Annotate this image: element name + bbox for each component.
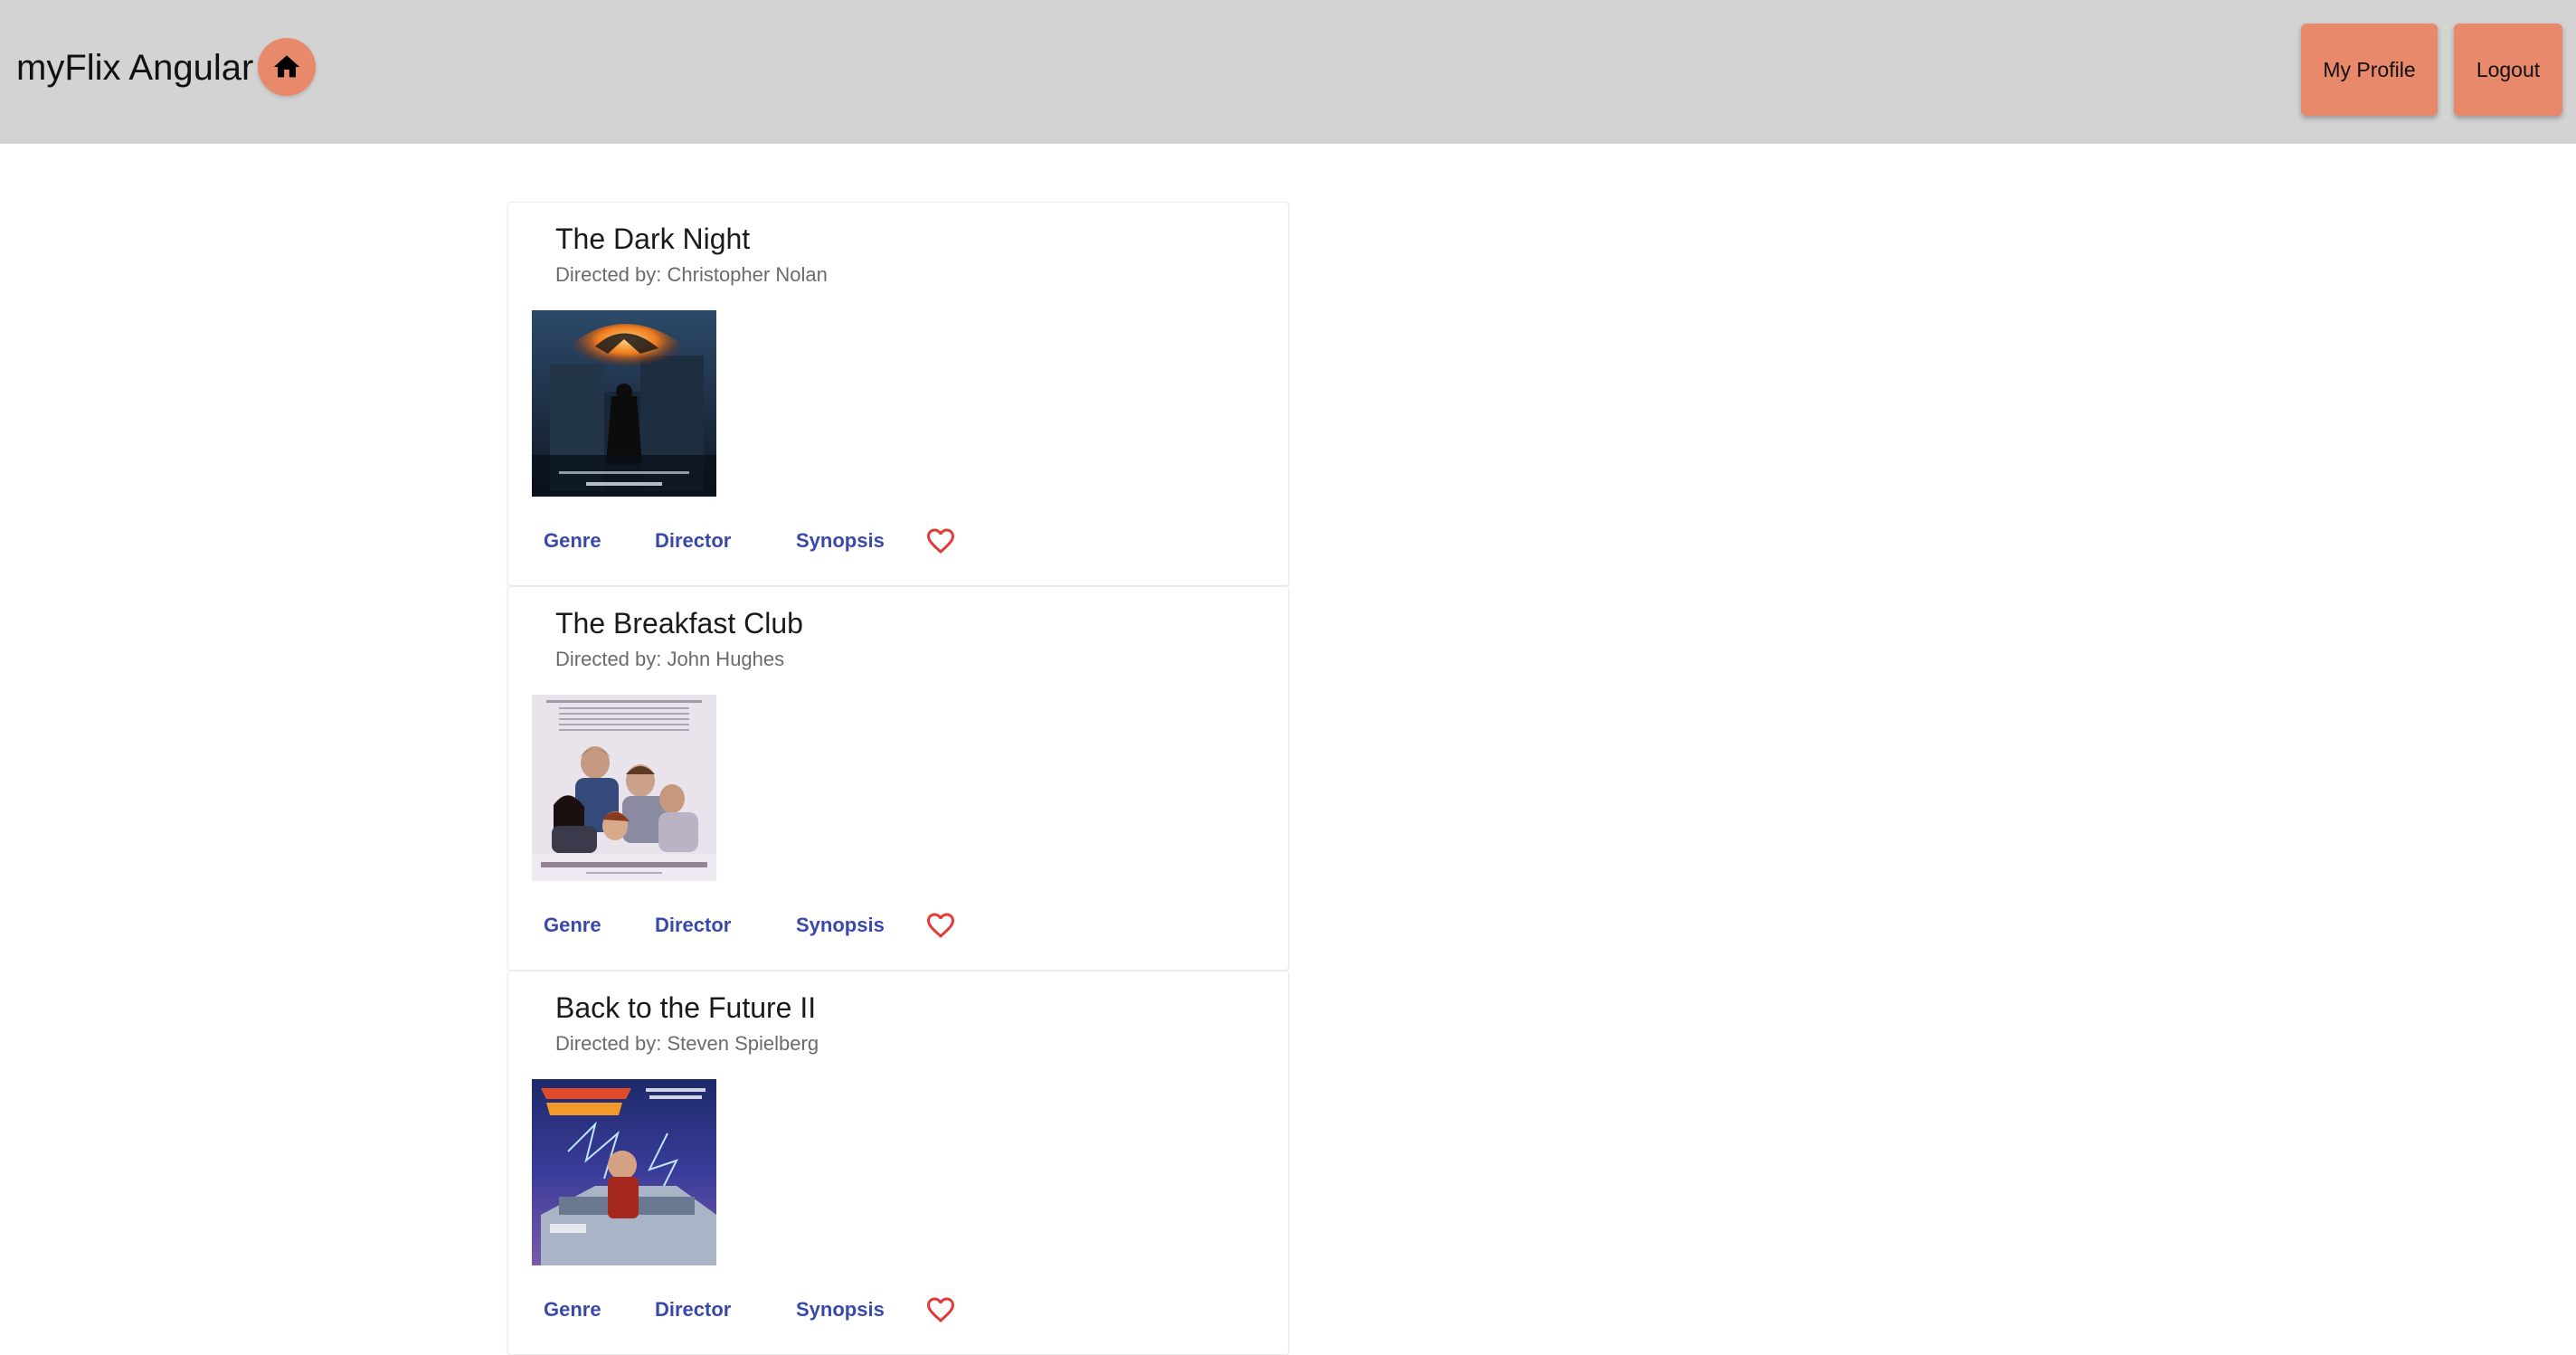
movie-card: The Breakfast Club Directed by: John Hug… [507, 586, 1289, 971]
app-title: myFlix Angular [16, 48, 254, 88]
movie-director: Directed by: Steven Spielberg [555, 1032, 819, 1055]
movie-list: The Dark Night Directed by: Christopher … [507, 202, 1291, 1355]
favorite-button[interactable] [924, 909, 957, 942]
synopsis-button[interactable]: Synopsis [796, 905, 885, 945]
back-to-the-future-poster-image [532, 1079, 716, 1265]
heart-outline-icon [927, 528, 954, 554]
synopsis-button[interactable]: Synopsis [796, 1290, 885, 1330]
movie-poster [532, 695, 716, 881]
favorite-button[interactable] [924, 1293, 957, 1326]
movie-title: The Breakfast Club [555, 607, 803, 640]
director-button[interactable]: Director [655, 1290, 731, 1330]
director-button[interactable]: Director [655, 521, 731, 561]
dark-knight-poster-image [532, 310, 716, 497]
genre-button[interactable]: Genre [544, 905, 601, 945]
movie-card: The Dark Night Directed by: Christopher … [507, 202, 1289, 586]
logout-button[interactable]: Logout [2454, 24, 2562, 116]
movie-title: The Dark Night [555, 223, 751, 255]
movie-poster [532, 1079, 716, 1265]
breakfast-club-poster-image [532, 695, 716, 881]
top-toolbar: myFlix Angular My Profile Logout [0, 0, 2576, 144]
director-button[interactable]: Director [655, 905, 731, 945]
favorite-button[interactable] [924, 525, 957, 557]
genre-button[interactable]: Genre [544, 1290, 601, 1330]
heart-outline-icon [927, 913, 954, 939]
movie-director: Directed by: Christopher Nolan [555, 263, 828, 286]
movie-actions: Genre Director Synopsis [508, 521, 1288, 561]
home-button[interactable] [258, 38, 316, 96]
synopsis-button[interactable]: Synopsis [796, 521, 885, 561]
movie-title: Back to the Future II [555, 991, 817, 1024]
movie-poster [532, 310, 716, 497]
movie-card: Back to the Future II Directed by: Steve… [507, 971, 1289, 1355]
home-icon [273, 55, 300, 78]
heart-outline-icon [927, 1297, 954, 1323]
movie-actions: Genre Director Synopsis [508, 905, 1288, 945]
genre-button[interactable]: Genre [544, 521, 601, 561]
my-profile-button[interactable]: My Profile [2301, 24, 2438, 116]
movie-director: Directed by: John Hughes [555, 648, 785, 670]
movie-actions: Genre Director Synopsis [508, 1290, 1288, 1330]
